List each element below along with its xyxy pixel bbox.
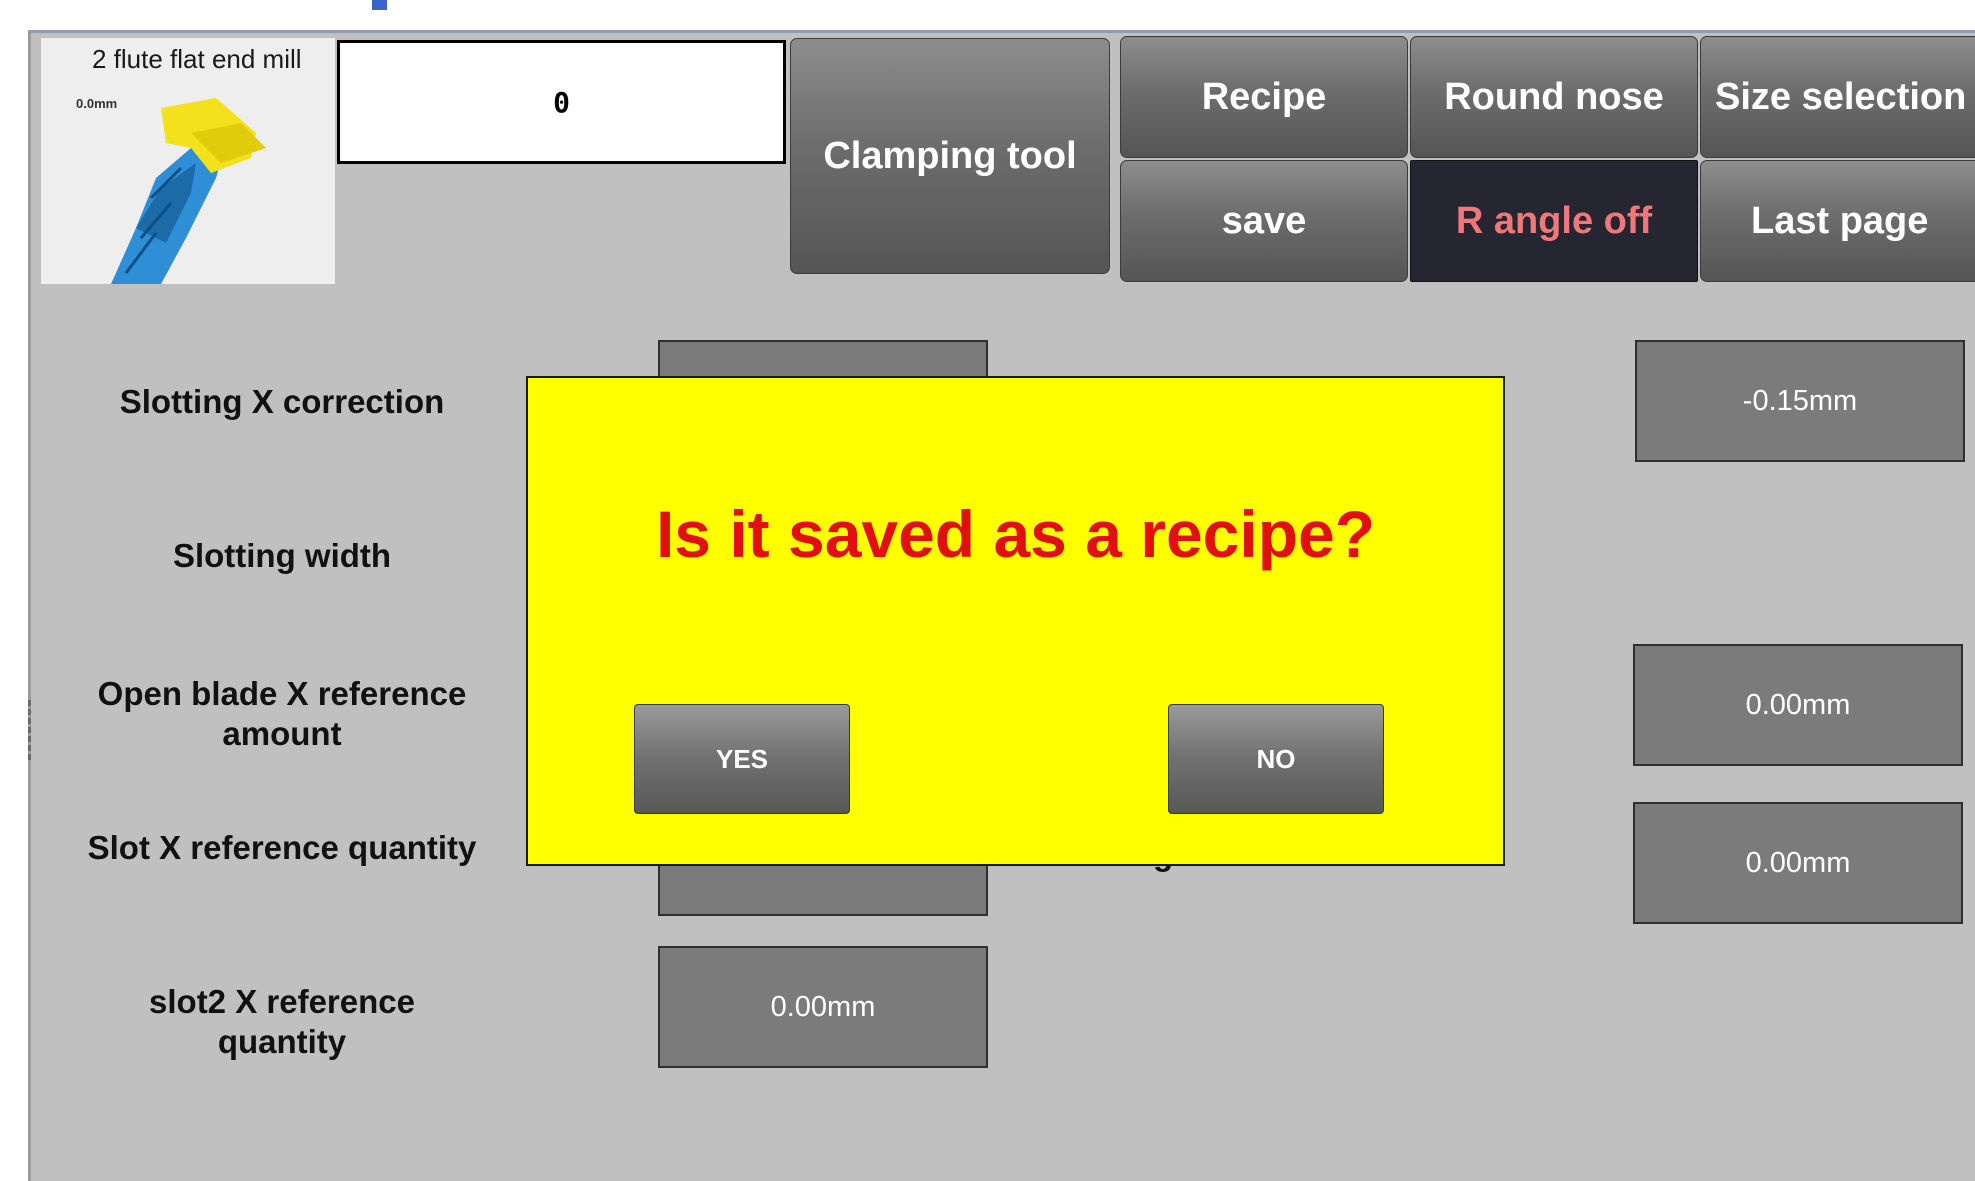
yes-button[interactable]: YES — [634, 704, 850, 814]
hmi-screen: 2 flute flat end mill 0.0mm 0 Clamping t… — [0, 0, 1975, 1181]
clamping-tool-button[interactable]: Clamping tool — [790, 38, 1110, 274]
right-value-1[interactable]: -0.15mm — [1635, 340, 1965, 462]
r-angle-off-button[interactable]: R angle off — [1410, 160, 1698, 282]
open-blade-x-reference-label: Open blade X reference amount — [97, 675, 467, 752]
last-page-button[interactable]: Last page — [1700, 160, 1975, 282]
tool-dimension: 0.0mm — [76, 96, 118, 111]
slotting-width-label: Slotting width — [172, 537, 392, 574]
size-selection-button[interactable]: Size selection — [1700, 36, 1975, 158]
save-button[interactable]: save — [1120, 160, 1408, 282]
recipe-button[interactable]: Recipe — [1120, 36, 1408, 158]
tool-name: 2 flute flat end mill — [92, 44, 302, 74]
slotting-x-feed-amount-value[interactable]: 0.00mm — [1633, 802, 1963, 924]
right-value-2[interactable]: 0.00mm — [1633, 644, 1963, 766]
slot2-x-reference-value[interactable]: 0.00mm — [658, 946, 988, 1068]
round-nose-button[interactable]: Round nose — [1410, 36, 1698, 158]
top-accent-bar — [372, 0, 387, 10]
tool-number-field[interactable]: 0 — [337, 40, 786, 164]
dialog-message: Is it saved as a recipe? — [655, 497, 1376, 571]
slot-x-reference-label: Slot X reference quantity — [87, 829, 477, 866]
slotting-x-correction-label: Slotting X correction — [119, 383, 445, 420]
no-button[interactable]: NO — [1168, 704, 1384, 814]
left-edge-marks — [28, 700, 35, 760]
save-recipe-dialog: Is it saved as a recipe? YES NO — [526, 376, 1505, 866]
slot2-x-reference-label: slot2 X reference quantity — [149, 983, 415, 1060]
